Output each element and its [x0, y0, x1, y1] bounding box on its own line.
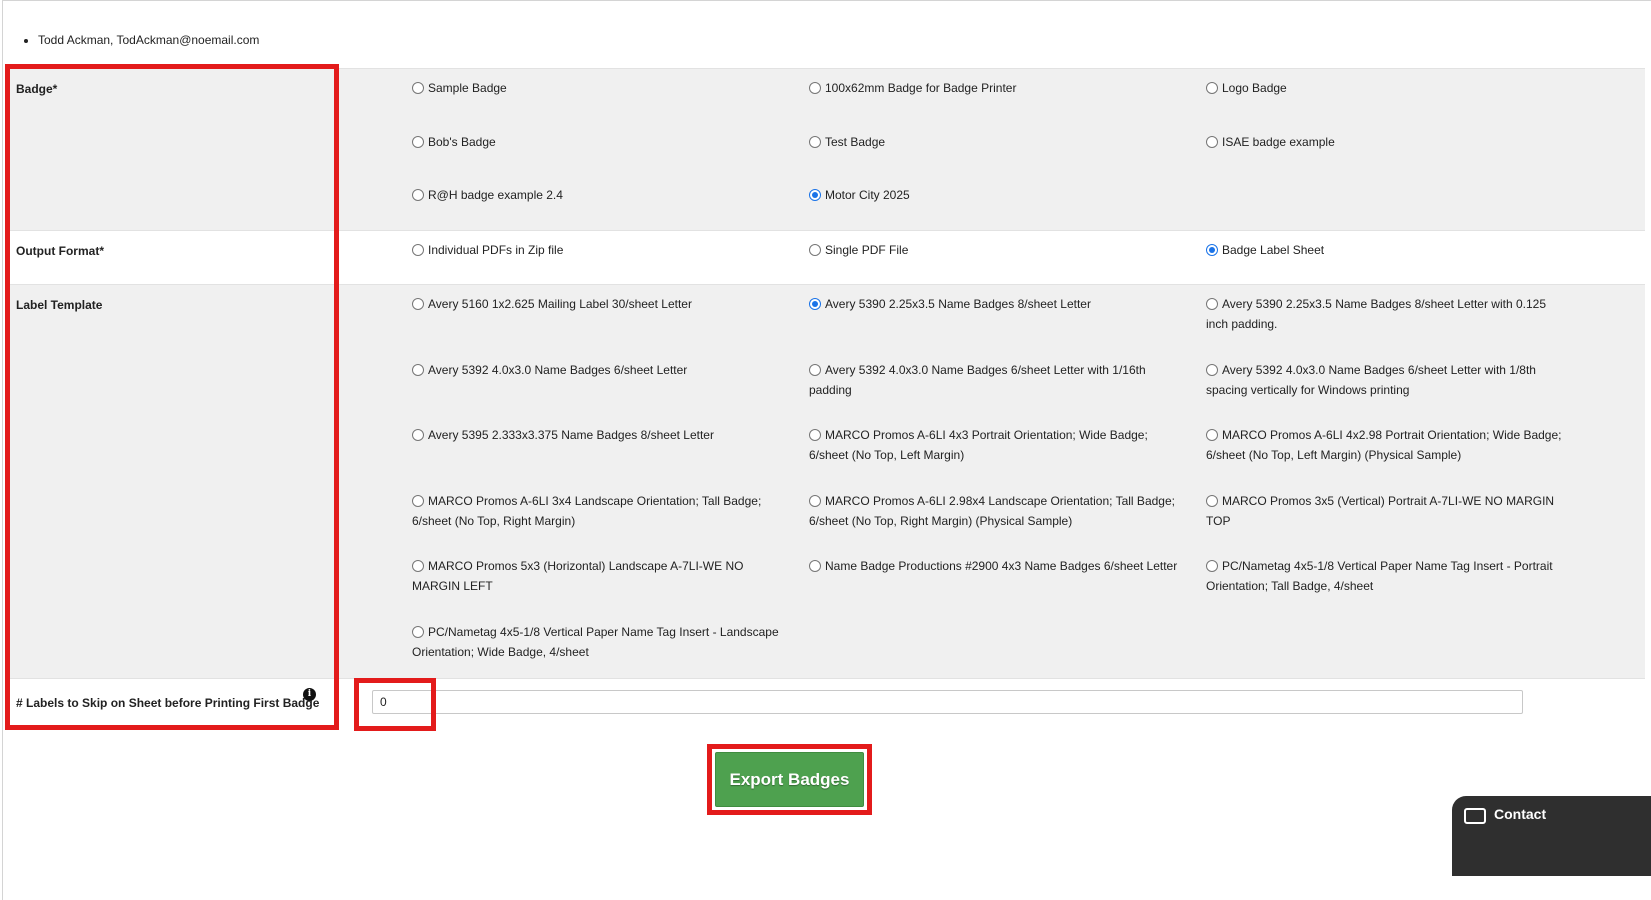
badge-option[interactable]: Test Badge: [809, 132, 1179, 152]
label-template-option[interactable]: Avery 5395 2.333x3.375 Name Badges 8/she…: [412, 425, 782, 445]
badge-option[interactable]: ISAE badge example: [1206, 132, 1566, 152]
badge-label: Badge*: [16, 82, 58, 96]
label-template-option[interactable]: Avery 5392 4.0x3.0 Name Badges 6/sheet L…: [412, 360, 782, 380]
radio-button[interactable]: [809, 136, 821, 148]
export-badges-button[interactable]: Export Badges: [715, 752, 864, 807]
radio-button[interactable]: [809, 364, 821, 376]
radio-button[interactable]: [412, 136, 424, 148]
radio-button-selected[interactable]: [1206, 244, 1218, 256]
radio-button[interactable]: [412, 429, 424, 441]
skip-label: # Labels to Skip on Sheet before Printin…: [16, 696, 320, 710]
radio-button[interactable]: [1206, 298, 1218, 310]
label-template-option[interactable]: Avery 5390 2.25x3.5 Name Badges 8/sheet …: [809, 294, 1179, 314]
label-template-row: [5, 284, 1645, 679]
badge-option[interactable]: Bob's Badge: [412, 132, 782, 152]
chat-widget[interactable]: Contact: [1452, 796, 1651, 876]
radio-button-selected[interactable]: [809, 298, 821, 310]
output-format-option[interactable]: Single PDF File: [809, 240, 1179, 260]
radio-button[interactable]: [412, 189, 424, 201]
label-template-option[interactable]: MARCO Promos A-6LI 4x2.98 Portrait Orien…: [1206, 425, 1566, 465]
radio-button-selected[interactable]: [809, 189, 821, 201]
label-template-option[interactable]: MARCO Promos A-6LI 4x3 Portrait Orientat…: [809, 425, 1179, 465]
recipient-list: Todd Ackman, TodAckman@noemail.com: [22, 32, 259, 48]
label-template-label: Label Template: [16, 298, 103, 312]
chat-widget-label: Contact: [1494, 806, 1547, 822]
label-template-option[interactable]: Avery 5392 4.0x3.0 Name Badges 6/sheet L…: [1206, 360, 1566, 400]
recipient-item: Todd Ackman, TodAckman@noemail.com: [38, 32, 259, 48]
radio-button[interactable]: [412, 560, 424, 572]
output-format-option[interactable]: Individual PDFs in Zip file: [412, 240, 782, 260]
radio-button[interactable]: [412, 626, 424, 638]
badge-option[interactable]: Logo Badge: [1206, 78, 1566, 98]
skip-count-input[interactable]: [372, 690, 1523, 714]
label-template-option[interactable]: PC/Nametag 4x5-1/8 Vertical Paper Name T…: [1206, 556, 1566, 596]
radio-button[interactable]: [809, 560, 821, 572]
info-icon[interactable]: i: [303, 688, 316, 701]
label-template-option[interactable]: MARCO Promos 5x3 (Horizontal) Landscape …: [412, 556, 782, 596]
output-format-option[interactable]: Badge Label Sheet: [1206, 240, 1566, 260]
output-format-label: Output Format*: [16, 244, 104, 258]
radio-button[interactable]: [809, 244, 821, 256]
radio-button[interactable]: [412, 82, 424, 94]
label-template-option[interactable]: PC/Nametag 4x5-1/8 Vertical Paper Name T…: [412, 622, 782, 662]
radio-button[interactable]: [809, 429, 821, 441]
radio-button[interactable]: [1206, 429, 1218, 441]
radio-button[interactable]: [809, 82, 821, 94]
radio-button[interactable]: [412, 298, 424, 310]
label-template-option[interactable]: Name Badge Productions #2900 4x3 Name Ba…: [809, 556, 1179, 576]
radio-button[interactable]: [1206, 364, 1218, 376]
radio-button[interactable]: [412, 495, 424, 507]
radio-button[interactable]: [1206, 82, 1218, 94]
badge-option[interactable]: Sample Badge: [412, 78, 782, 98]
radio-button[interactable]: [1206, 136, 1218, 148]
badge-option[interactable]: R@H badge example 2.4: [412, 185, 782, 205]
label-template-option[interactable]: MARCO Promos A-6LI 3x4 Landscape Orienta…: [412, 491, 782, 531]
label-template-option[interactable]: Avery 5160 1x2.625 Mailing Label 30/shee…: [412, 294, 782, 314]
label-template-option[interactable]: Avery 5390 2.25x3.5 Name Badges 8/sheet …: [1206, 294, 1566, 334]
label-template-option[interactable]: Avery 5392 4.0x3.0 Name Badges 6/sheet L…: [809, 360, 1179, 400]
badge-option[interactable]: Motor City 2025: [809, 185, 1179, 205]
radio-button[interactable]: [1206, 495, 1218, 507]
radio-button[interactable]: [412, 364, 424, 376]
radio-button[interactable]: [809, 495, 821, 507]
radio-button[interactable]: [1206, 560, 1218, 572]
label-template-option[interactable]: MARCO Promos 3x5 (Vertical) Portrait A-7…: [1206, 491, 1566, 531]
envelope-icon: [1464, 808, 1486, 824]
label-template-option[interactable]: MARCO Promos A-6LI 2.98x4 Landscape Orie…: [809, 491, 1179, 531]
radio-button[interactable]: [412, 244, 424, 256]
badge-option[interactable]: 100x62mm Badge for Badge Printer: [809, 78, 1179, 98]
